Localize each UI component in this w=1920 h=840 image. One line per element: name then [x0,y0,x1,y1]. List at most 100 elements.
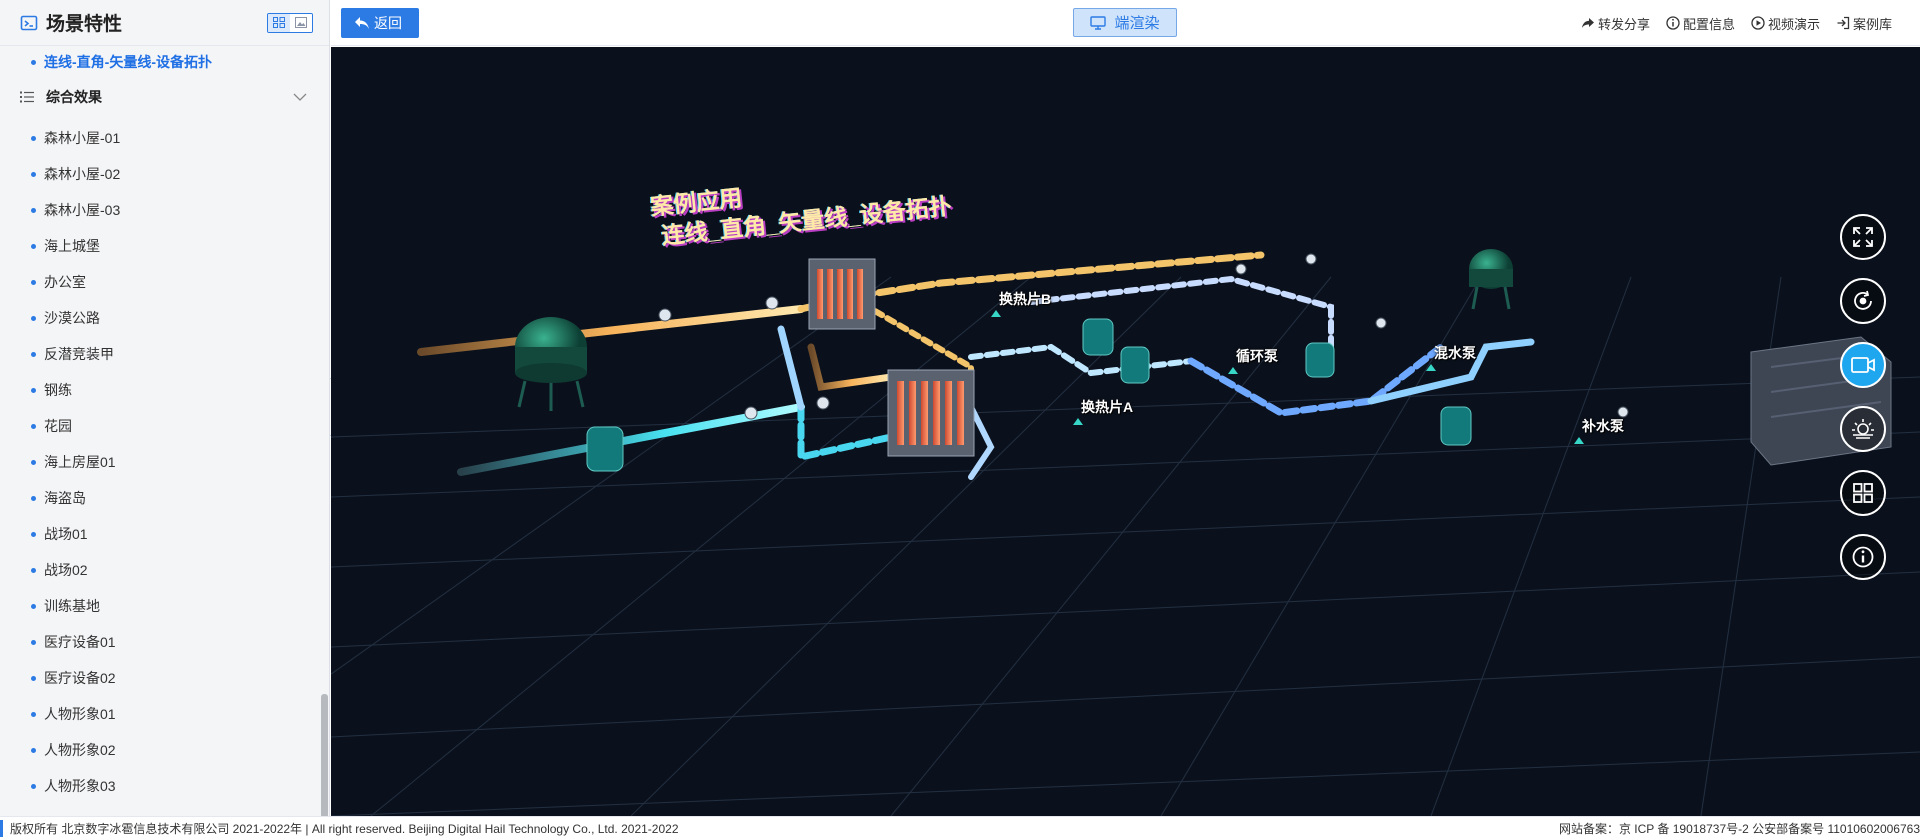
copyright-text: 版权所有 北京数字冰雹信息技术有限公司 2021-2022年 | All rig… [0,820,679,837]
sidebar-item-label: 人物形象02 [44,742,116,758]
sidebar-item[interactable]: 沙漠公路 [0,300,329,336]
sidebar-item-active[interactable]: 连线-直角-矢量线-设备拓扑 [0,46,329,78]
bullet-icon [31,171,36,177]
case-library-link[interactable]: 案例库 [1836,14,1892,33]
sidebar-item-label: 海盗岛 [44,490,86,506]
sidebar-item-label: 医疗设备02 [44,670,116,686]
bullet-icon [31,711,36,717]
config-info-link[interactable]: 配置信息 [1666,14,1735,33]
sidebar-item[interactable]: 海盗岛 [0,480,329,516]
sidebar-item-label: 海上房屋01 [44,454,116,470]
view-toggle [267,12,313,33]
sidebar-item[interactable]: 海上房屋01 [0,444,329,480]
case-library-label: 案例库 [1852,16,1892,32]
sidebar-item[interactable]: 医疗设备02 [0,660,329,696]
sidebar-list: 连线-直角-矢量线-设备拓扑 综合效果 森林小屋-01 森林小屋-02 森林小屋-0… [0,46,329,816]
camera-button[interactable] [1840,342,1886,388]
weather-icon [1852,419,1874,439]
sidebar-item[interactable]: 医疗设备01 [0,624,329,660]
video-demo-label: 视频演示 [1767,16,1820,32]
image-view-icon [295,17,307,28]
sidebar-item[interactable]: 森林小屋-01 [0,120,329,156]
bullet-icon [31,783,36,789]
sidebar-item-label: 医疗设备01 [44,634,116,650]
back-arrow-icon [355,16,369,29]
sidebar-item-label: 训练基地 [44,598,100,614]
info-icon [1852,546,1874,568]
sidebar-item-label: 森林小屋-03 [44,202,121,218]
label-heat-exchanger-a: 换热片A [1072,399,1134,425]
bullet-icon [31,135,36,141]
sidebar-item[interactable]: 人物形象03 [0,768,329,804]
sidebar-scrollbar[interactable] [321,694,328,816]
rotate-button[interactable] [1840,278,1886,324]
label-mixing-pump: 混水泵 [1426,345,1476,371]
bullet-icon [31,351,36,357]
sidebar-item-label: 花园 [44,418,72,434]
bullet-icon [31,315,36,321]
sidebar-header: 场景特性 [0,0,329,46]
monitor-icon [1090,15,1107,30]
terminal-icon [20,15,38,30]
sidebar-item-label: 人物形象03 [44,778,116,794]
rotate-icon [1854,290,1872,310]
render-mode-button[interactable]: 端渲染 [1073,8,1177,37]
sidebar-item-label: 连线-直角-矢量线-设备拓扑 [44,54,212,70]
bullet-icon [31,747,36,753]
heat-exchanger-b [808,258,876,330]
list-view-button[interactable] [268,13,290,32]
scene-viewport[interactable]: 案例应用 连线_直角_矢量线_设备拓扑 换热片B 换热片A 循环泵 混水泵 补水… [331,47,1920,816]
share-icon [1581,18,1594,28]
bullet-icon [31,567,36,573]
sidebar-item[interactable]: 花园 [0,408,329,444]
sidebar-item[interactable]: 战场02 [0,552,329,588]
pumps [586,318,1472,472]
sidebar-item[interactable]: 森林小屋-03 [0,192,329,228]
sidebar: 场景特性 连线-直角-矢量线-设备拓扑 综合效果 森林小屋-01 森林小屋-02… [0,0,330,816]
sidebar-item-label: 森林小屋-01 [44,130,121,146]
bullet-icon [31,243,36,249]
sidebar-item[interactable]: 训练基地 [0,588,329,624]
label-circulation-pump: 循环泵 [1228,348,1278,374]
sidebar-item[interactable]: 人物形象01 [0,696,329,732]
list-view-icon [273,17,285,28]
fullscreen-button[interactable] [1840,214,1886,260]
sidebar-group-combined[interactable]: 综合效果 [0,78,329,116]
sidebar-item[interactable]: 反潜竞装甲 [0,336,329,372]
play-circle-icon [1751,16,1765,30]
video-demo-link[interactable]: 视频演示 [1751,14,1820,33]
sidebar-item-label: 沙漠公路 [44,310,100,326]
sidebar-item[interactable]: 战场01 [0,516,329,552]
sidebar-item[interactable]: 人物形象02 [0,732,329,768]
back-label: 返回 [374,14,402,31]
image-view-button[interactable] [290,13,312,32]
sidebar-item[interactable]: 办公室 [0,264,329,300]
bullet-icon [31,675,36,681]
sidebar-item-label: 人物形象01 [44,706,116,722]
sidebar-item[interactable]: 森林小屋-02 [0,156,329,192]
tank-right [1469,249,1513,310]
sidebar-item-label: 办公室 [44,274,86,290]
config-info-label: 配置信息 [1682,16,1735,32]
sidebar-item[interactable]: 海上城堡 [0,228,329,264]
info-circle-icon [1666,16,1680,30]
info-button[interactable] [1840,534,1886,580]
sidebar-item[interactable]: 钢练 [0,372,329,408]
sidebar-item-label: 战场01 [44,526,88,542]
sidebar-group-label: 综合效果 [46,89,102,105]
weather-button[interactable] [1840,406,1886,452]
icp-text: 网站备案：京 ICP 备 19018737号-2 公安部备案号 11010602… [1558,822,1920,836]
bullet-icon [31,495,36,501]
back-button[interactable]: 返回 [341,7,419,38]
layout-grid-button[interactable] [1840,470,1886,516]
sidebar-item-label: 森林小屋-02 [44,166,121,182]
bullet-icon [31,603,36,609]
bullet-icon [31,639,36,645]
bullet-icon [31,423,36,429]
sidebar-item-label: 海上城堡 [44,238,100,254]
share-link[interactable]: 转发分享 [1581,14,1650,33]
scene-canvas [331,249,1920,816]
top-links: 转发分享 配置信息 视频演示 案例库 [1581,0,1892,46]
list-icon [20,91,34,103]
bullet-icon [31,207,36,213]
